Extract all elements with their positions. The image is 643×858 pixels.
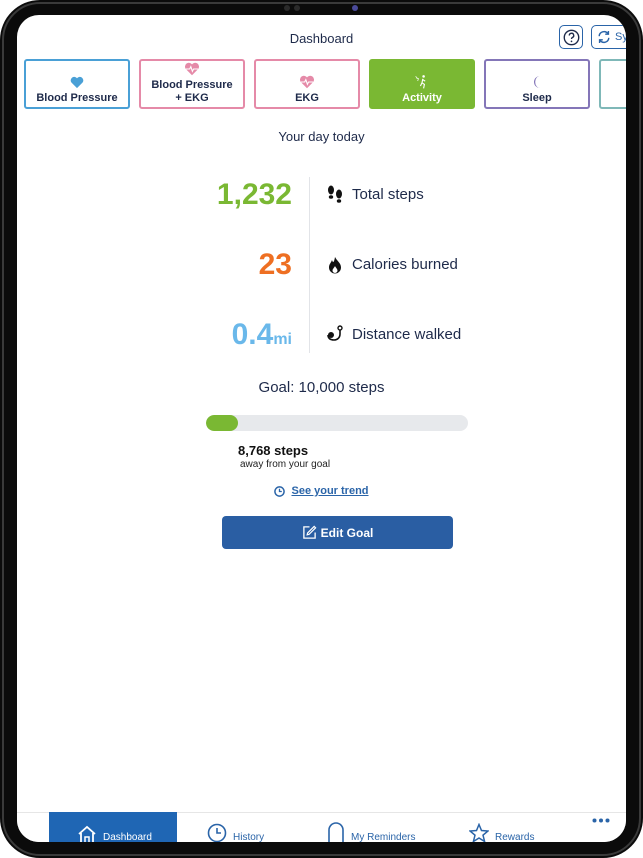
help-button[interactable] [559,25,583,49]
header: Dashboard Sync [17,15,626,57]
tab-label-line1: Blood Pressure [151,79,233,91]
nav-dashboard[interactable]: Dashboard [49,812,177,842]
tab-label: EKG [295,92,319,104]
section-subtitle: Your day today [278,129,365,144]
goal-progress-bar [206,415,468,431]
edit-icon [302,525,317,539]
stat-label: Calories burned [352,256,458,273]
stat-value: 1,232 [217,175,292,215]
tab-label: Activity [402,92,442,104]
tab-sleep[interactable]: Sleep [484,59,590,109]
device-frame: Dashboard Sync [0,0,643,858]
nav-more[interactable] [592,812,610,842]
clock-icon [207,823,227,842]
flame-icon [325,255,345,275]
tab-blood-pressure-ekg[interactable]: Blood Pressure + EKG [139,59,245,109]
more-dots-icon [592,818,610,823]
stat-unit: mi [273,331,292,348]
see-trend-link[interactable]: See your trend [17,485,626,497]
camera-lens [352,5,358,11]
edit-goal-button[interactable]: Edit Goal [222,516,453,549]
stat-label: Total steps [352,186,424,203]
stat-total-steps: 1,232 Total steps [17,175,626,215]
tab-blood-pressure[interactable]: Blood Pressure [24,59,130,109]
stat-label: Distance walked [352,326,462,343]
route-icon [325,325,345,345]
category-tabs: Blood Pressure Blood Pressure + EKG EKG [24,59,626,109]
sync-button[interactable]: Sync [591,25,626,49]
bell-icon [327,821,345,842]
nav-label: Rewards [495,832,535,842]
tab-label: Blood Pressure [36,92,118,104]
stat-value: 0.4mi [232,315,292,360]
bottom-nav: Dashboard History My Reminders Rewards [17,812,626,842]
nav-rewards[interactable]: Rewards [469,812,534,842]
stat-number: 0.4 [231,318,274,351]
nav-label: Dashboard [103,832,152,842]
activity-icon [414,75,430,89]
refresh-icon [598,30,610,44]
remaining-steps: 8,768 steps [238,443,309,458]
nav-label: History [233,832,265,842]
stat-number: 1,232 [216,178,292,211]
sync-label: Sync [615,31,626,43]
clock-icon [274,485,286,497]
sensor-dots [284,5,300,11]
goal-progress-fill [206,415,239,431]
tab-ekg[interactable]: EKG [254,59,360,109]
goal-title: Goal: 10,000 steps [258,379,385,396]
stat-calories: 23 Calories burned [17,245,626,285]
app-screen: Dashboard Sync [17,15,626,842]
heart-icon [70,75,84,89]
heart-pulse-icon [184,62,200,76]
footprints-icon [325,185,345,205]
tab-label-line2: + EKG [175,92,209,104]
nav-history[interactable]: History [207,812,264,842]
edit-goal-label: Edit Goal [320,525,374,540]
stat-value: 23 [259,245,292,285]
stat-distance: 0.4mi Distance walked [17,315,626,355]
stat-number: 23 [258,248,292,281]
star-icon [469,823,489,842]
tab-next-partial[interactable] [599,59,626,109]
page-title: Dashboard [289,31,354,46]
remaining-caption: away from your goal [240,459,331,470]
home-icon [77,825,97,842]
moon-icon [531,75,543,89]
heart-pulse-icon [299,75,315,89]
tab-label: Sleep [522,92,552,104]
nav-label: My Reminders [351,832,416,842]
nav-my-reminders[interactable]: My Reminders [327,812,415,842]
trend-link-label: See your trend [291,485,369,497]
question-icon [563,29,579,45]
tab-activity[interactable]: Activity [369,59,475,109]
